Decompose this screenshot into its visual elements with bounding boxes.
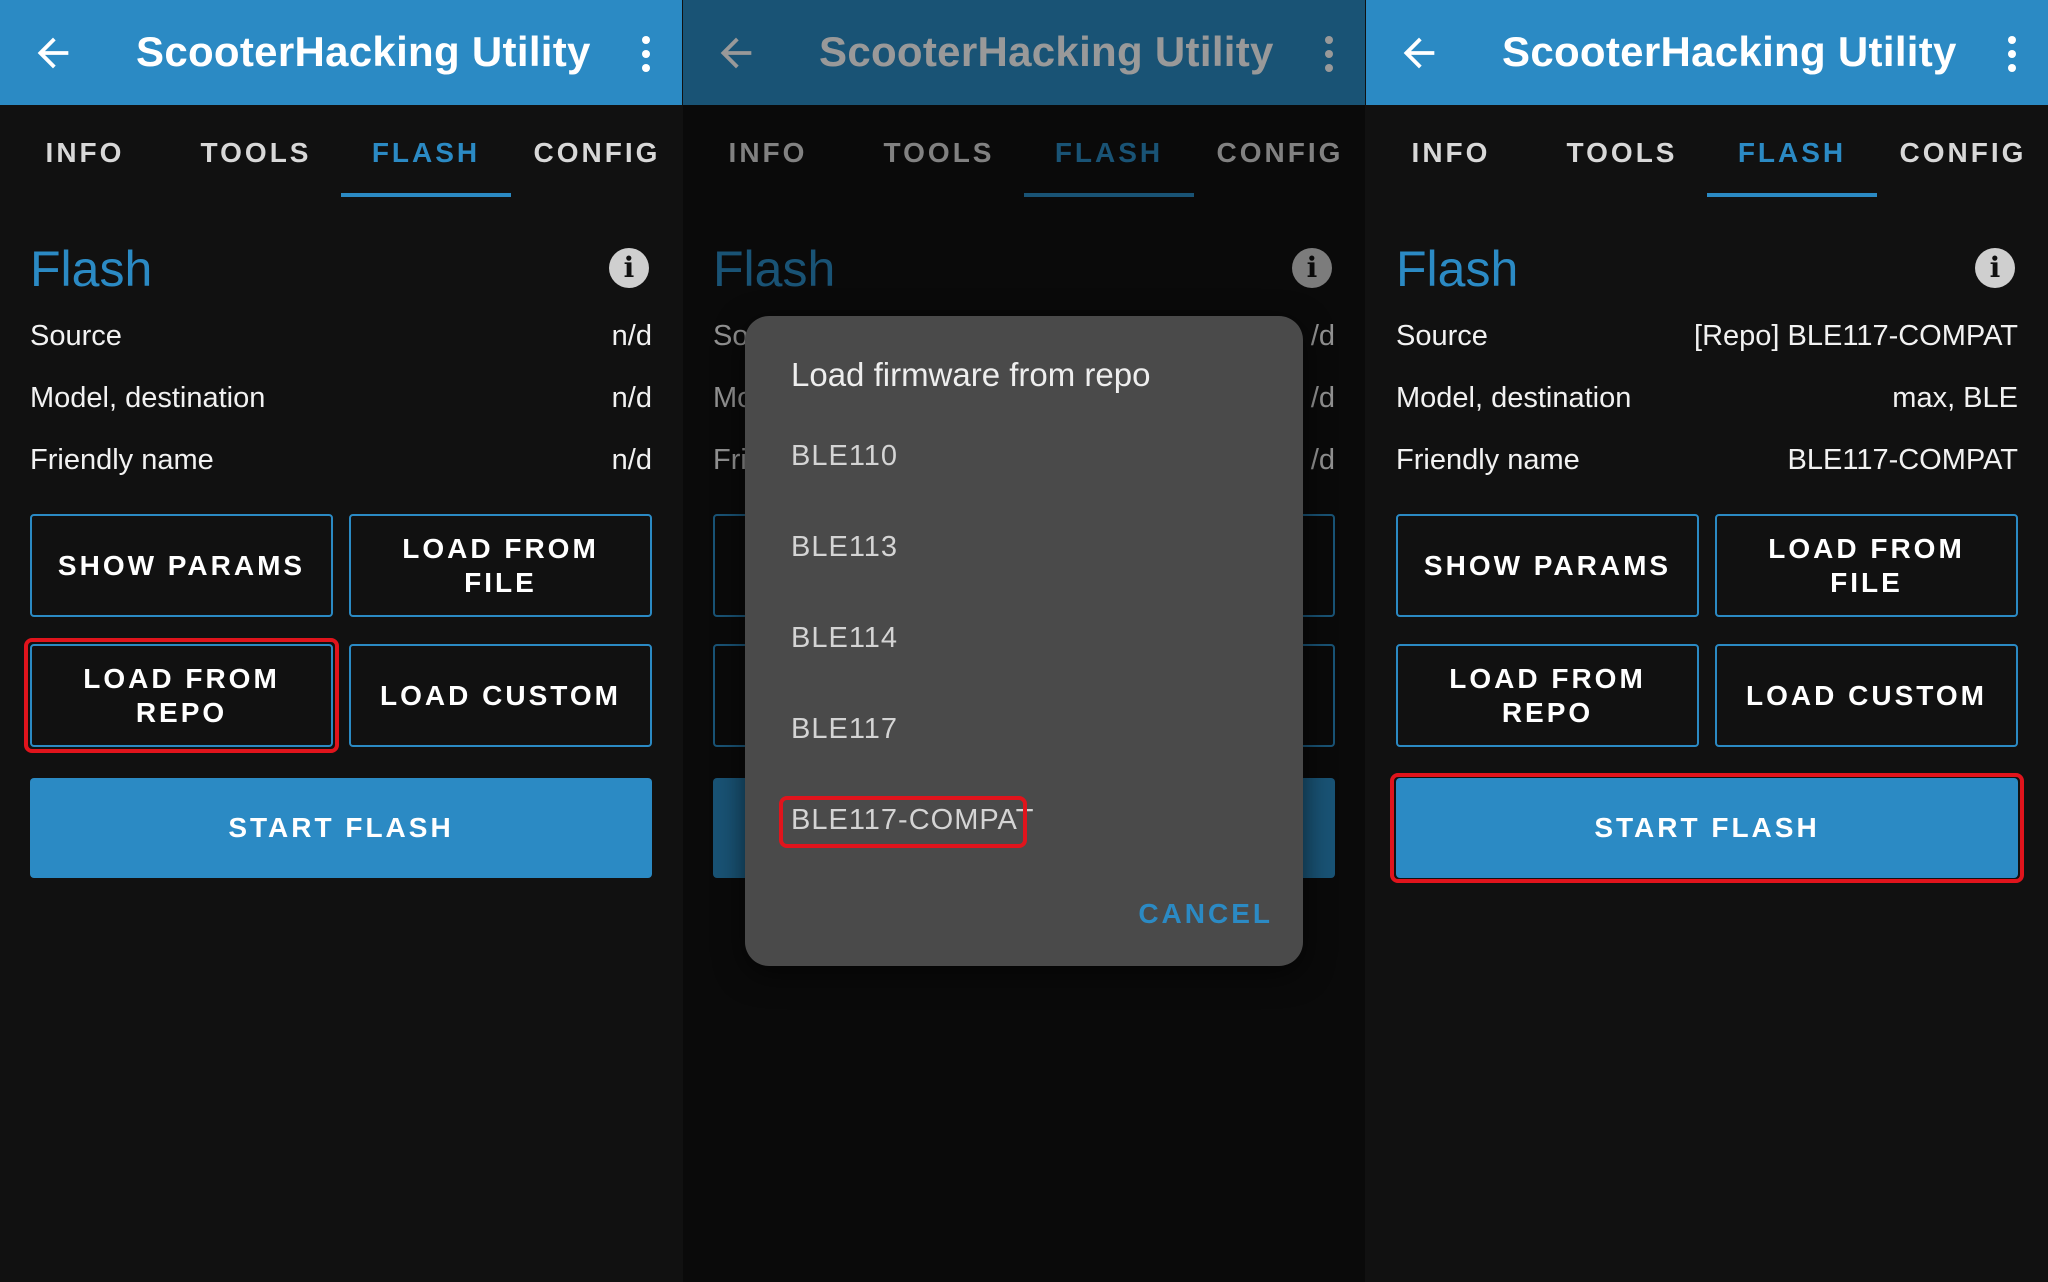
load-from-repo-label: LOAD FROM REPO	[83, 662, 280, 728]
dialog-title: Load firmware from repo	[791, 356, 1151, 393]
show-params-button[interactable]: SHOW PARAMS	[1396, 514, 1699, 617]
start-flash-button[interactable]: START FLASH	[1396, 778, 2018, 878]
back-arrow-icon[interactable]	[30, 30, 76, 76]
app-bar: ScooterHacking Utility	[1366, 0, 2048, 105]
dialog-item-ble110[interactable]: BLE110	[791, 440, 898, 473]
load-custom-button[interactable]: LOAD CUSTOM	[1715, 644, 2018, 747]
dialog-item-ble114[interactable]: BLE114	[791, 622, 898, 655]
load-from-file-label: LOAD FROM FILE	[1768, 532, 1965, 598]
tab-flash[interactable]: FLASH	[1707, 137, 1877, 169]
tab-config[interactable]: CONFIG	[512, 137, 682, 169]
tab-indicator	[341, 193, 511, 197]
friendly-name-value: BLE117-COMPAT	[1787, 444, 2018, 476]
model-label: Model, destination	[30, 382, 266, 414]
show-params-button[interactable]: SHOW PARAMS	[30, 514, 333, 617]
friendly-name-label: Friendly name	[30, 444, 214, 476]
firmware-dialog: Load firmware from repo BLE110 BLE113 BL…	[745, 316, 1303, 966]
section-heading: Flash	[1396, 241, 1519, 297]
source-value: n/d	[611, 320, 652, 352]
tab-bar: INFO TOOLS FLASH CONFIG	[1366, 105, 2048, 197]
tab-config[interactable]: CONFIG	[1878, 137, 2048, 169]
load-custom-button[interactable]: LOAD CUSTOM	[349, 644, 652, 747]
tab-indicator	[1707, 193, 1877, 197]
tab-flash[interactable]: FLASH	[341, 137, 511, 169]
screen-step-3: ScooterHacking Utility INFO TOOLS FLASH …	[1366, 0, 2048, 1282]
source-label: Source	[30, 320, 122, 352]
load-from-file-button[interactable]: LOAD FROM FILE	[349, 514, 652, 617]
load-from-file-button[interactable]: LOAD FROM FILE	[1715, 514, 2018, 617]
start-flash-button[interactable]: START FLASH	[30, 778, 652, 878]
dialog-item-ble113[interactable]: BLE113	[791, 531, 898, 564]
dialog-item-ble117-compat[interactable]: BLE117-COMPAT	[791, 804, 1034, 837]
tab-tools[interactable]: TOOLS	[1537, 137, 1707, 169]
tab-tools[interactable]: TOOLS	[171, 137, 341, 169]
app-title: ScooterHacking Utility	[136, 28, 591, 75]
friendly-name-value: n/d	[611, 444, 652, 476]
more-vert-icon[interactable]	[2006, 34, 2018, 74]
source-value: [Repo] BLE117-COMPAT	[1694, 320, 2018, 352]
friendly-name-label: Friendly name	[1396, 444, 1580, 476]
model-value: max, BLE	[1892, 382, 2018, 414]
model-label: Model, destination	[1396, 382, 1632, 414]
back-arrow-icon[interactable]	[1396, 30, 1442, 76]
dialog-item-ble117[interactable]: BLE117	[791, 713, 898, 746]
app-title: ScooterHacking Utility	[1502, 28, 1957, 75]
dialog-cancel-button[interactable]: CANCEL	[1138, 898, 1273, 930]
info-icon[interactable]: i	[609, 248, 649, 288]
tab-bar: INFO TOOLS FLASH CONFIG	[0, 105, 682, 197]
app-bar: ScooterHacking Utility	[0, 0, 682, 105]
load-from-repo-button[interactable]: LOAD FROM REPO	[1396, 644, 1699, 747]
model-value: n/d	[611, 382, 652, 414]
more-vert-icon[interactable]	[640, 34, 652, 74]
tab-info[interactable]: INFO	[0, 137, 170, 169]
tab-info[interactable]: INFO	[1366, 137, 1536, 169]
source-label: Source	[1396, 320, 1488, 352]
load-from-repo-label: LOAD FROM REPO	[1449, 662, 1646, 728]
screen-step-2: ScooterHacking Utility INFO TOOLS FLASH …	[683, 0, 1365, 1282]
screen-step-1: ScooterHacking Utility INFO TOOLS FLASH …	[0, 0, 682, 1282]
load-from-repo-button[interactable]: LOAD FROM REPO	[30, 644, 333, 747]
info-icon[interactable]: i	[1975, 248, 2015, 288]
section-heading: Flash	[30, 241, 153, 297]
load-from-file-label: LOAD FROM FILE	[402, 532, 599, 598]
